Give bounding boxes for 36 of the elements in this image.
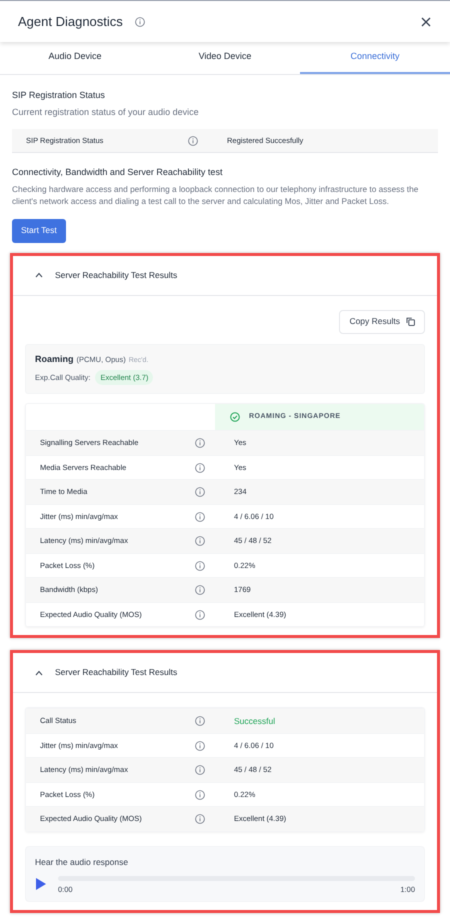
section-description: Checking hardware access and performing a loopback connection to our telephony infrastructure to assess the client's network access and dialing a test call to the server and calculating Mos, Jitter and Packet Loss. [12,182,420,206]
close-icon[interactable] [420,16,432,28]
info-icon [195,814,205,824]
play-icon[interactable] [35,876,47,890]
info-icon [188,136,198,146]
window-title: Agent Diagnostics [18,12,123,31]
chevron-up-icon[interactable] [35,670,43,676]
info-icon [195,610,205,620]
info-icon [195,536,205,546]
section-subtitle: Current registration status of your audio device [12,106,200,119]
info-icon [195,560,205,570]
tab[interactable]: Video Device [150,42,300,74]
panel-title: Server Reachability Test Results [55,666,178,680]
section-title: Connectivity, Bandwidth and Server Reachability test [12,166,224,179]
panel-title: Server Reachability Test Results [55,268,178,282]
audio-title: Hear the audio response [35,856,130,868]
tab[interactable]: Connectivity [300,42,450,74]
info-icon [195,765,205,775]
copy-icon [406,317,415,326]
info-icon [195,740,205,750]
tab[interactable]: Audio Device [0,42,150,74]
info-icon [195,438,205,448]
info-icon [195,716,205,726]
section-title: SIP Registration Status [12,89,106,102]
start-test-button[interactable]: Start Test [12,218,66,242]
chevron-up-icon[interactable] [35,272,43,278]
info-icon [195,487,205,497]
info-icon [195,585,205,595]
copy-results-button[interactable]: Copy Results [339,310,425,334]
info-icon [195,790,205,800]
summary-name: Roaming [35,352,74,366]
check-circle-icon [230,412,240,422]
info-icon [195,512,205,522]
info-icon [134,16,145,26]
info-icon [195,462,205,472]
row-value: Successful [234,714,276,728]
